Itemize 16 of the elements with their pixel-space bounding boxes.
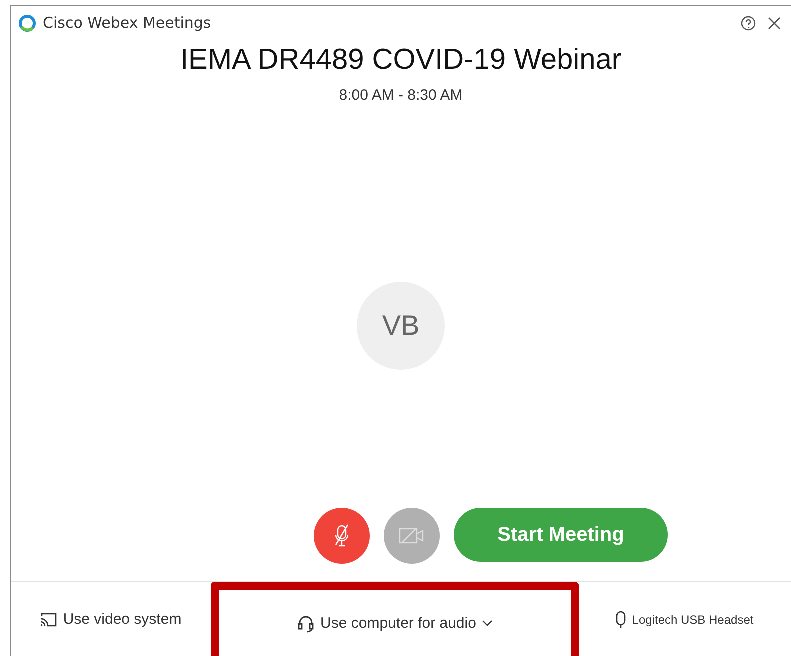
video-option-button[interactable]: Use video system bbox=[11, 582, 211, 656]
device-option-button[interactable]: Logitech USB Headset bbox=[579, 582, 791, 656]
microphone-icon bbox=[616, 610, 626, 628]
audio-option-button[interactable]: Use computer for audio bbox=[211, 582, 579, 656]
close-icon[interactable] bbox=[768, 16, 781, 30]
headset-icon bbox=[296, 614, 315, 632]
app-logo-icon bbox=[19, 14, 36, 32]
help-icon[interactable] bbox=[741, 16, 756, 30]
meeting-time: 8:00 AM - 8:30 AM bbox=[339, 87, 463, 104]
video-off-icon bbox=[399, 527, 425, 545]
window-title: Cisco Webex Meetings bbox=[43, 14, 212, 32]
avatar: VB bbox=[357, 282, 445, 370]
chevron-down-icon bbox=[482, 620, 494, 627]
cast-icon bbox=[40, 612, 58, 626]
meeting-title: IEMA DR4489 COVID-19 Webinar bbox=[180, 44, 622, 77]
muted-microphone-icon bbox=[335, 524, 349, 548]
